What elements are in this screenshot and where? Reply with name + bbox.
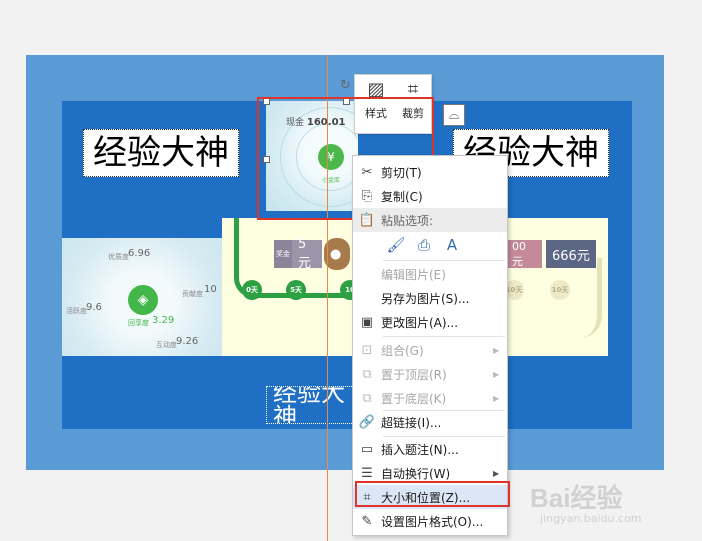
text-box-left[interactable]: 经验大神 <box>83 129 239 177</box>
menu-item-label: 置于底层(K) <box>381 391 447 406</box>
menu-item-send-to-back[interactable]: ⧉ 置于底层(K) ▶ <box>353 386 507 410</box>
menu-item-label: 自动换行(W) <box>381 466 451 481</box>
stat-label: 优质度 <box>108 253 129 261</box>
context-menu: ✂ 剪切(T) ⎘ 复制(C) 📋 粘贴选项: 🖌 ⎙ A 编辑图片(E) 另存… <box>352 155 508 536</box>
day-marker: 0天 <box>242 280 262 300</box>
watermark: Bai经验 jingyan.baidu.com <box>530 478 700 538</box>
submenu-arrow-icon: ▶ <box>493 345 500 355</box>
copy-icon: ⎘ <box>361 188 373 204</box>
menu-item-change-picture[interactable]: ▣ 更改图片(A)... <box>353 310 507 334</box>
stat-value: 3.29 <box>152 315 175 326</box>
menu-item-label: 置于顶层(R) <box>381 367 447 382</box>
stat-label: 回享度 <box>128 319 149 327</box>
watermark-brand: Bai经验 <box>530 483 623 513</box>
day-marker: 10天 <box>550 280 570 300</box>
scissors-icon: ✂ <box>361 164 373 180</box>
menu-item-label: 编辑图片(E) <box>381 267 446 282</box>
menu-item-hyperlink[interactable]: 🔗 超链接(I)... <box>353 410 507 434</box>
stat-value: 6.96 <box>128 248 151 259</box>
layout-options-icon[interactable]: ⌓ <box>443 104 465 126</box>
caption-icon: ▭ <box>360 441 374 457</box>
group-icon: ⊡ <box>361 342 373 358</box>
menu-item-label: 超链接(I)... <box>381 415 442 430</box>
stat-value: 10 <box>204 284 217 295</box>
menu-item-label: 插入题注(N)... <box>381 442 459 457</box>
format-picture-icon: ✎ <box>361 513 373 529</box>
text-box-bottom[interactable]: 经验大神 <box>266 386 362 424</box>
change-picture-icon: ▣ <box>360 314 374 330</box>
menu-item-group[interactable]: ⊡ 组合(G) ▶ <box>353 338 507 362</box>
bring-front-icon: ⧉ <box>362 366 372 382</box>
hyperlink-icon: 🔗 <box>358 414 376 430</box>
menu-item-label: 剪切(T) <box>381 165 422 180</box>
menu-separator <box>383 336 505 337</box>
send-back-icon: ⧉ <box>362 390 372 406</box>
stat-label: 互动度 <box>156 341 177 349</box>
menu-separator <box>383 260 505 261</box>
highlight-box-size-position <box>355 481 510 507</box>
paste-text-only-icon[interactable]: A <box>441 234 463 256</box>
paste-picture-icon[interactable]: ⎙ <box>413 234 435 256</box>
menu-item-label: 粘贴选项: <box>381 213 434 228</box>
coupon-label: 奖金 <box>274 240 292 268</box>
menu-item-insert-caption[interactable]: ▭ 插入题注(N)... <box>353 437 507 461</box>
paste-icon: 📋 <box>358 212 376 228</box>
menu-item-format-picture[interactable]: ✎ 设置图片格式(O)... <box>353 509 507 533</box>
stat-label: 活跃度 <box>66 307 87 315</box>
coupon-5: 5元 <box>292 237 322 271</box>
stat-value: 9.6 <box>86 302 102 313</box>
menu-item-edit-picture[interactable]: 编辑图片(E) <box>353 262 507 286</box>
paste-keep-formatting-icon[interactable]: 🖌 <box>385 234 407 256</box>
submenu-arrow-icon: ▶ <box>493 468 500 478</box>
menu-item-label: 组合(G) <box>381 343 424 358</box>
stat-label: 贡献度 <box>182 290 203 298</box>
submenu-arrow-icon: ▶ <box>493 369 500 379</box>
menu-item-label: 更改图片(A)... <box>381 315 459 330</box>
menu-item-save-as-picture[interactable]: 另存为图片(S)... <box>353 286 507 310</box>
submenu-arrow-icon: ▶ <box>493 393 500 403</box>
menu-item-label: 复制(C) <box>381 189 423 204</box>
menu-header-paste-options: 📋 粘贴选项: <box>353 208 507 232</box>
menu-item-label: 另存为图片(S)... <box>381 291 470 306</box>
watermark-url: jingyan.baidu.com <box>540 512 642 525</box>
image-stats-panel[interactable]: 优质度 6.96 活跃度 9.6 贡献度 10 ◈ 回享度 3.29 互动度 9… <box>62 238 222 356</box>
stat-value: 9.26 <box>176 336 199 347</box>
layers-icon: ◈ <box>128 285 158 315</box>
menu-item-label: 设置图片格式(O)... <box>381 514 484 529</box>
rotate-handle-icon[interactable]: ↻ <box>340 78 351 93</box>
menu-item-copy[interactable]: ⎘ 复制(C) <box>353 184 507 208</box>
day-marker: 5天 <box>286 280 306 300</box>
menu-item-cut[interactable]: ✂ 剪切(T) <box>353 160 507 184</box>
wrap-text-icon: ☰ <box>361 465 373 481</box>
menu-item-bring-to-front[interactable]: ⧉ 置于顶层(R) ▶ <box>353 362 507 386</box>
